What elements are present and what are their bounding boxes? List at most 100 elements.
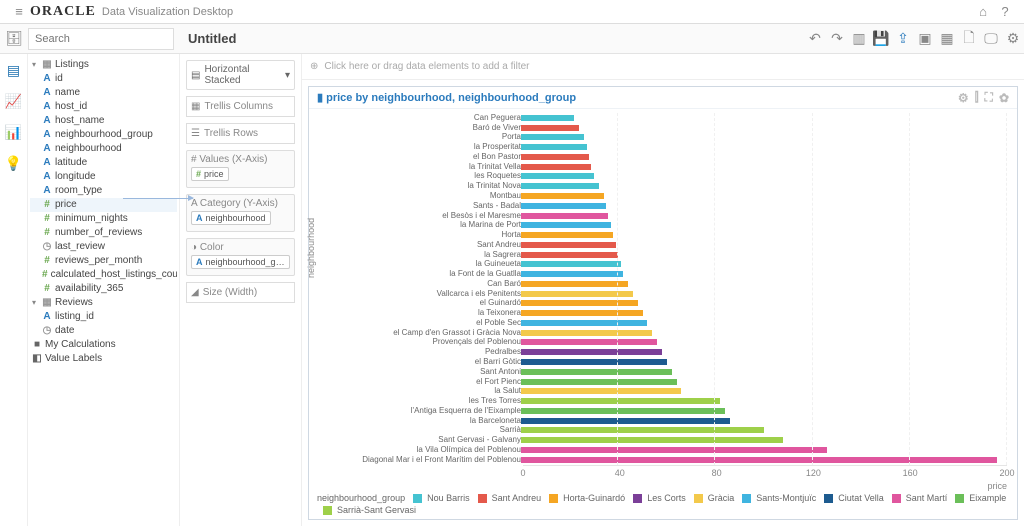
layout-icon[interactable]: ▦ xyxy=(936,30,958,47)
analytics-tab-icon[interactable]: 📊 xyxy=(5,124,22,141)
tree-item-latitude[interactable]: Alatitude xyxy=(30,156,177,170)
menu-icon[interactable]: ≡ xyxy=(10,3,28,21)
chart-legend: neighbourhood_group Nou Barris Sant Andre… xyxy=(309,491,1017,519)
y-tick: Baró de Viver xyxy=(311,124,521,132)
values-pill-price[interactable]: #price xyxy=(191,167,229,181)
tree-item-neighbourhood[interactable]: Aneighbourhood xyxy=(30,142,177,156)
tree-item-host_id[interactable]: Ahost_id xyxy=(30,100,177,114)
tree-item-availability_365[interactable]: #availability_365 xyxy=(30,282,177,296)
legend-item[interactable]: Sants-Montjuïc xyxy=(756,493,816,503)
y-axis-label: neighbourhood xyxy=(306,218,316,278)
tree-item-listings[interactable]: ▾▦Listings xyxy=(30,58,177,72)
tree-item-neighbourhood_group[interactable]: Aneighbourhood_group xyxy=(30,128,177,142)
tree-item-reviews_per_month[interactable]: #reviews_per_month xyxy=(30,254,177,268)
legend-item[interactable]: Gràcia xyxy=(708,493,735,503)
y-tick: el Guinardó xyxy=(311,299,521,307)
y-tick: Montbau xyxy=(311,192,521,200)
tree-item-host_name[interactable]: Ahost_name xyxy=(30,114,177,128)
tree-item-room_type[interactable]: Aroom_type xyxy=(30,184,177,198)
y-tick: les Tres Torres xyxy=(311,397,521,405)
data-tab-icon[interactable]: ▤ xyxy=(7,62,20,79)
tree-item-listing_id[interactable]: Alisting_id xyxy=(30,310,177,324)
y-tick: Diagonal Mar i el Front Marítim del Pobl… xyxy=(311,456,521,464)
tree-item-longitude[interactable]: Alongitude xyxy=(30,170,177,184)
filter-hint-text: Click here or drag data elements to add … xyxy=(324,61,529,72)
search-input[interactable] xyxy=(28,28,174,50)
refresh-icon[interactable]: ▣ xyxy=(914,30,936,47)
save-icon[interactable]: 💾 xyxy=(870,30,892,47)
legend-swatch xyxy=(633,494,642,503)
chart-settings-icon[interactable]: ⚙ xyxy=(958,91,969,105)
values-shelf[interactable]: # Values (X-Axis) #price xyxy=(186,150,295,188)
data-sources-icon[interactable]: 🗄 xyxy=(0,30,28,47)
legend-item[interactable]: Sant Martí xyxy=(906,493,948,503)
y-tick: el Camp d'en Grassot i Gràcia Nova xyxy=(311,329,521,337)
category-pill-neighbourhood[interactable]: Aneighbourhood xyxy=(191,211,271,225)
tree-item-minimum_nights[interactable]: #minimum_nights xyxy=(30,212,177,226)
tree-item-id[interactable]: Aid xyxy=(30,72,177,86)
insight-tab-icon[interactable]: 💡 xyxy=(5,155,22,172)
y-tick: Vallcarca i els Penitents xyxy=(311,290,521,298)
x-tick: 80 xyxy=(712,468,722,478)
x-tick: 40 xyxy=(615,468,625,478)
present-icon[interactable]: 🖵 xyxy=(980,30,1002,47)
legend-item[interactable]: Horta-Guinardó xyxy=(563,493,625,503)
tree-item-my-calculations[interactable]: ■My Calculations xyxy=(30,338,177,352)
auto-viz-icon[interactable]: ▥ xyxy=(848,30,870,47)
y-tick: les Roquetes xyxy=(311,172,521,180)
y-tick: Pedralbes xyxy=(311,348,521,356)
viz-type-selector[interactable]: ▤ Horizontal Stacked ▾ xyxy=(186,60,295,90)
tree-item-reviews[interactable]: ▾▦Reviews xyxy=(30,296,177,310)
category-shelf[interactable]: A Category (Y-Axis) Aneighbourhood xyxy=(186,194,295,232)
trellis-rows-shelf[interactable]: ☰Trellis Rows xyxy=(186,123,295,144)
settings-icon[interactable]: ⚙ xyxy=(1002,30,1024,47)
y-tick: la Vila Olímpica del Poblenou xyxy=(311,446,521,454)
chart-card[interactable]: ▮ price by neighbourhood, neighbourhood_… xyxy=(308,86,1018,520)
legend-item[interactable]: Eixample xyxy=(969,493,1006,503)
share-icon[interactable]: ⇪ xyxy=(892,30,914,47)
help-icon[interactable]: ? xyxy=(996,3,1014,21)
canvas-title[interactable]: Untitled xyxy=(188,31,236,46)
undo-icon[interactable]: ↶ xyxy=(804,30,826,47)
legend-item[interactable]: Sant Andreu xyxy=(492,493,542,503)
tree-item-value-labels[interactable]: ◧Value Labels xyxy=(30,352,177,366)
tree-item-calculated_host_listings_count[interactable]: #calculated_host_listings_count xyxy=(30,268,177,282)
chart-sort-icon[interactable]: ⫿ xyxy=(975,90,979,105)
home-icon[interactable]: ⌂ xyxy=(974,3,992,21)
y-tick: la Marina de Port xyxy=(311,221,521,229)
y-tick: Can Peguera xyxy=(311,114,521,122)
y-tick: el Besòs i el Maresme xyxy=(311,212,521,220)
brand-sub: Data Visualization Desktop xyxy=(102,6,233,18)
filter-bar[interactable]: ⊕ Click here or drag data elements to ad… xyxy=(302,54,1024,80)
visualize-tab-icon[interactable]: 📈 xyxy=(5,93,22,110)
legend-swatch xyxy=(892,494,901,503)
tree-item-date[interactable]: ◷date xyxy=(30,324,177,338)
chart-expand-icon[interactable]: ⛶ xyxy=(985,90,993,105)
chart-menu-icon[interactable]: ✿ xyxy=(999,91,1009,105)
y-tick: Provençals del Poblenou xyxy=(311,338,521,346)
legend-item[interactable]: Ciutat Vella xyxy=(838,493,884,503)
legend-item[interactable]: Nou Barris xyxy=(427,493,470,503)
tree-item-price[interactable]: #price xyxy=(30,198,177,212)
trellis-columns-shelf[interactable]: ▦Trellis Columns xyxy=(186,96,295,117)
legend-swatch xyxy=(323,506,332,515)
y-tick: Porta xyxy=(311,133,521,141)
redo-icon[interactable]: ↷ xyxy=(826,30,848,47)
legend-item[interactable]: Les Corts xyxy=(647,493,686,503)
color-pill-group[interactable]: Aneighbourhood_gr... xyxy=(191,255,290,269)
legend-swatch xyxy=(694,494,703,503)
tree-item-number_of_reviews[interactable]: #number_of_reviews xyxy=(30,226,177,240)
y-tick: la Teixonera xyxy=(311,309,521,317)
drag-arrow-annotation xyxy=(123,198,193,199)
color-shelf[interactable]: ◑ Color Aneighbourhood_gr... xyxy=(186,238,295,276)
canvas-toolbar: 🗄 Untitled ↶ ↷ ▥ 💾 ⇪ ▣ ▦ 🗋 🖵 ⚙ xyxy=(0,24,1024,54)
legend-item[interactable]: Sarrià-Sant Gervasi xyxy=(337,505,416,515)
y-tick: Sant Antoni xyxy=(311,368,521,376)
tree-item-name[interactable]: Aname xyxy=(30,86,177,100)
tree-item-last_review[interactable]: ◷last_review xyxy=(30,240,177,254)
legend-title: neighbourhood_group xyxy=(317,493,405,503)
legend-swatch xyxy=(478,494,487,503)
size-shelf[interactable]: ◢Size (Width) xyxy=(186,282,295,303)
new-page-icon[interactable]: 🗋 xyxy=(958,27,980,51)
add-filter-icon[interactable]: ⊕ xyxy=(310,61,318,72)
